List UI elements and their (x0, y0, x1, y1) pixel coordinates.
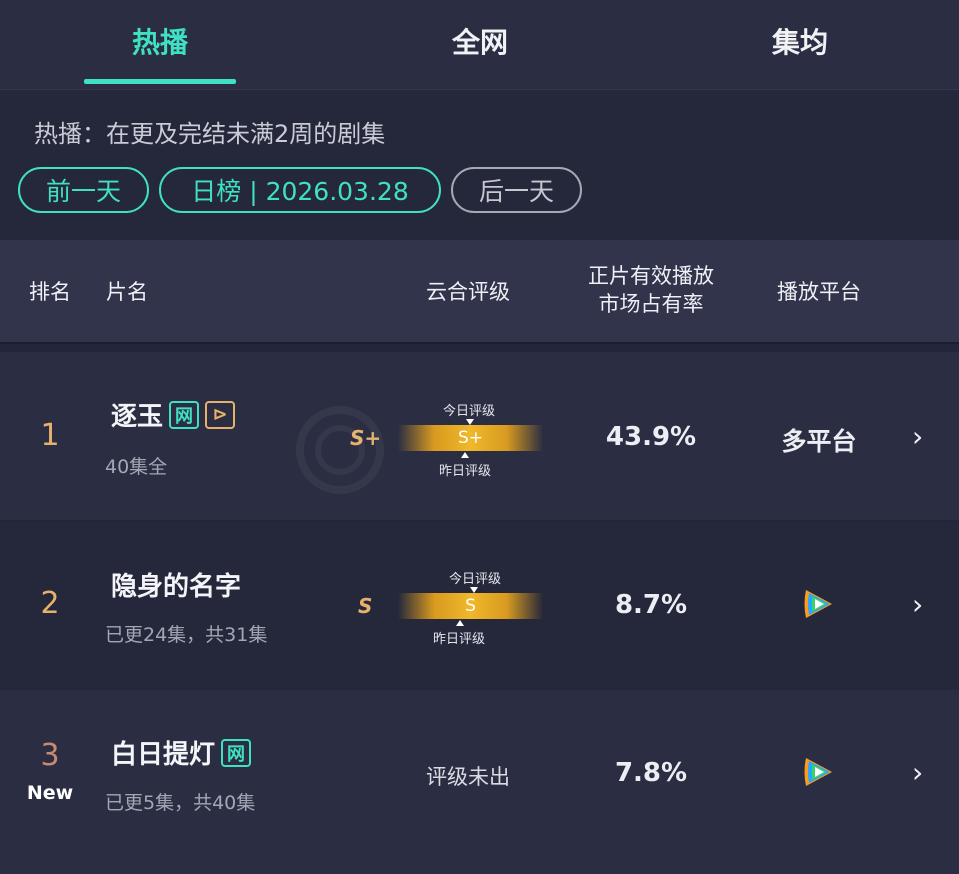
episode-status: 已更24集，共31集 (105, 624, 268, 646)
rank-number: 3 (40, 738, 60, 773)
ranking-description: 热播：在更及完结未满2周的剧集 (34, 120, 386, 148)
yesterday-rating-label: 昨日评级 (438, 464, 491, 479)
tab-episode-average[interactable]: 集均 (640, 0, 959, 90)
tencent-video-icon (804, 590, 832, 618)
episode-status: 已更5集，共40集 (105, 792, 256, 814)
today-rating-label: 今日评级 (448, 572, 501, 587)
info-panel (0, 90, 959, 240)
episode-status: 40集全 (105, 456, 168, 478)
chevron-right-icon[interactable]: › (912, 756, 923, 789)
table-row[interactable]: 2 隐身的名字 已更24集，共31集 S 今日评级 S 昨日评级 8.7% › (0, 522, 959, 690)
yesterday-rating-label: 昨日评级 (432, 632, 485, 647)
chevron-right-icon[interactable]: › (912, 588, 923, 621)
drama-title-row: 白日提灯 网 (111, 734, 252, 771)
header-title: 片名 (106, 280, 148, 304)
tab-bar: 热播 全网 集均 (0, 0, 959, 90)
rating-bar-grade: S (465, 596, 476, 616)
drama-title: 逐玉 (111, 402, 164, 432)
rank-number: 1 (40, 418, 60, 453)
date-selector-button[interactable]: 日榜 | 2026.03.28 (159, 167, 441, 213)
table-row[interactable]: 1 逐玉 网 ⊳ 40集全 S+ 今日评级 S+ 昨日评级 43.9% 多平台 … (0, 352, 959, 520)
yesterday-marker-icon (456, 620, 464, 626)
platform-text: 多平台 (781, 427, 857, 456)
market-share: 43.9% (605, 422, 697, 452)
market-share: 8.7% (614, 590, 688, 620)
next-day-button[interactable]: 后一天 (451, 167, 582, 213)
rating-grade: S+ (350, 426, 382, 450)
new-entry-badge: New (26, 782, 74, 804)
today-rating-label: 今日评级 (442, 404, 495, 419)
play-badge-icon: ⊳ (205, 400, 236, 429)
tencent-video-icon (804, 758, 832, 786)
drama-title-row: 隐身的名字 (111, 566, 241, 603)
header-rating: 云合评级 (426, 280, 510, 304)
header-rank: 排名 (29, 280, 71, 304)
tab-all-network[interactable]: 全网 (320, 0, 640, 90)
rating-pending: 评级未出 (426, 765, 510, 789)
network-badge-icon: 网 (221, 738, 252, 767)
drama-title: 白日提灯 (111, 740, 216, 770)
network-badge-icon: 网 (169, 400, 200, 429)
rank-number: 2 (40, 586, 60, 621)
table-row[interactable]: 3 New 白日提灯 网 已更5集，共40集 评级未出 7.8% › (0, 690, 959, 874)
header-platform: 播放平台 (777, 280, 861, 304)
prev-day-button[interactable]: 前一天 (18, 167, 149, 213)
rating-grade: S (358, 594, 373, 618)
drama-title: 隐身的名字 (111, 572, 242, 602)
chevron-right-icon[interactable]: › (912, 420, 923, 453)
drama-title-row: 逐玉 网 ⊳ (111, 396, 236, 433)
table-header: 排名 片名 云合评级 正片有效播放 市场占有率 播放平台 (0, 240, 959, 344)
tab-hot[interactable]: 热播 (0, 0, 320, 90)
header-share-line1: 正片有效播放 (588, 264, 714, 288)
header-share-line2: 市场占有率 (598, 292, 704, 316)
rating-bar-grade: S+ (457, 428, 484, 448)
yesterday-marker-icon (461, 452, 469, 458)
market-share: 7.8% (614, 758, 688, 788)
active-tab-indicator (84, 79, 236, 84)
